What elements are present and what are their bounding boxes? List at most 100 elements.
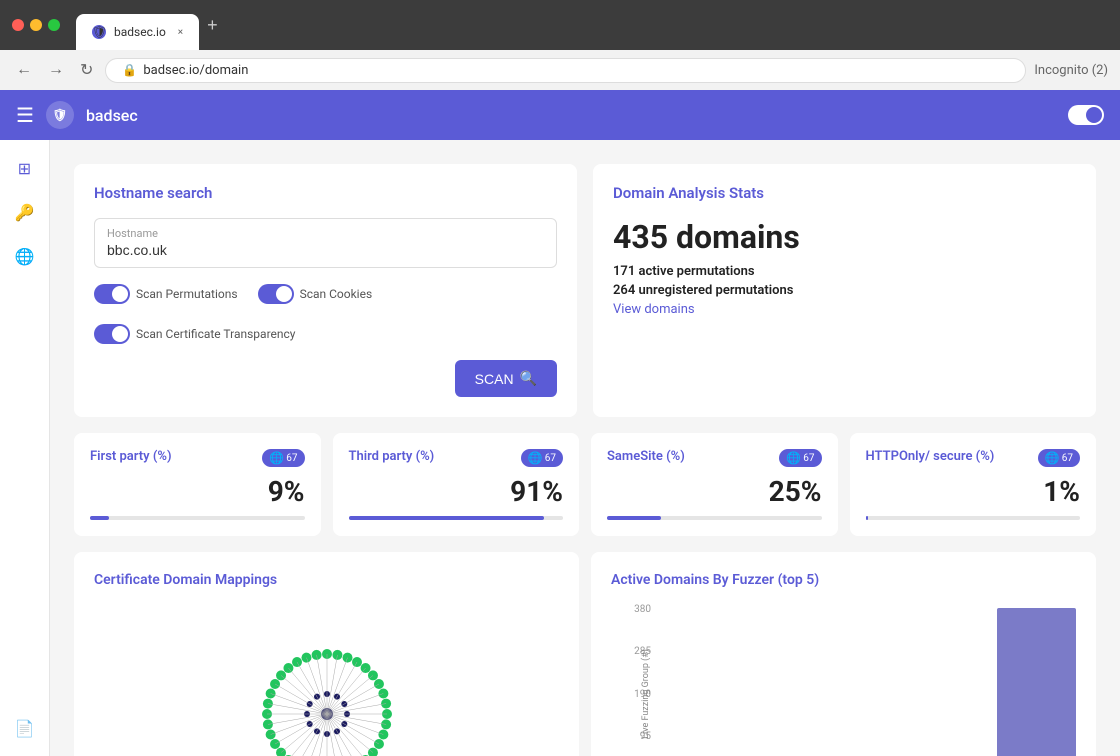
metric-bar-fill xyxy=(607,516,661,520)
lock-icon: 🔒 xyxy=(122,63,137,77)
metric-card-3: HTTPOnly/ secure (%) 🌐 67 1% xyxy=(850,433,1097,536)
metric-bar xyxy=(607,516,822,520)
scan-cert-toggle-item: Scan Certificate Transparency xyxy=(94,324,295,344)
metric-header: First party (%) 🌐 67 xyxy=(90,449,305,467)
metric-bar xyxy=(90,516,305,520)
domain-stats-title: Domain Analysis Stats xyxy=(613,184,1076,202)
metric-badge: 🌐 67 xyxy=(779,449,821,467)
scan-button[interactable]: SCAN 🔍 xyxy=(455,360,557,397)
refresh-button[interactable]: ↻ xyxy=(76,56,97,84)
search-section-title: Hostname search xyxy=(94,184,557,202)
sidebar-item-reports[interactable]: 📄 xyxy=(13,716,37,740)
metric-card-2: SameSite (%) 🌐 67 25% xyxy=(591,433,838,536)
sidebar: ⊞ 🔑 🌐 📄 xyxy=(0,140,50,756)
incognito-label: Incognito (2) xyxy=(1034,63,1108,78)
active-permutations-row: 171 active permutations xyxy=(613,264,1076,279)
metric-value: 25% xyxy=(607,475,822,508)
metric-title: SameSite (%) xyxy=(607,449,685,466)
address-text: badsec.io/domain xyxy=(143,63,248,78)
back-button[interactable]: ← xyxy=(12,57,36,83)
scan-toggles-row: Scan Permutations Scan Cookies Scan Cert… xyxy=(94,284,557,344)
scan-cert-toggle[interactable] xyxy=(94,324,130,344)
hostname-search-panel: Hostname search Hostname Scan Permutatio… xyxy=(74,164,577,417)
y-axis-label: 380 xyxy=(634,604,651,615)
scan-permutations-toggle[interactable] xyxy=(94,284,130,304)
scan-cookies-toggle-item: Scan Cookies xyxy=(258,284,373,304)
hostname-input-label: Hostname xyxy=(107,227,544,240)
metric-value: 91% xyxy=(349,475,564,508)
circle-visualization xyxy=(94,604,559,756)
bar-chart: 380285190950 Live Fuzzing Group (#) inse… xyxy=(611,604,1076,756)
metric-bar xyxy=(349,516,564,520)
scan-cookies-toggle[interactable] xyxy=(258,284,294,304)
metric-bar-fill xyxy=(90,516,109,520)
scan-permutations-label: Scan Permutations xyxy=(136,287,238,301)
active-count: 171 xyxy=(613,264,635,279)
forward-button[interactable]: → xyxy=(44,57,68,83)
hamburger-menu-icon[interactable]: ☰ xyxy=(16,103,34,127)
nav-right: Incognito (2) xyxy=(1034,63,1108,78)
metric-badge: 🌐 67 xyxy=(521,449,563,467)
close-button[interactable] xyxy=(12,19,24,31)
theme-toggle[interactable] xyxy=(1068,105,1104,125)
view-domains-link[interactable]: View domains xyxy=(613,302,1076,317)
metric-bar-fill xyxy=(866,516,868,520)
unregistered-count: 264 xyxy=(613,283,635,298)
metric-title: Third party (%) xyxy=(349,449,435,466)
metric-bar-fill xyxy=(349,516,544,520)
globe-icon: 🌐 xyxy=(528,451,543,465)
metric-value: 1% xyxy=(866,475,1081,508)
y-axis-title: Live Fuzzing Group (#) xyxy=(641,649,651,739)
address-bar[interactable]: 🔒 badsec.io/domain xyxy=(105,58,1026,83)
app-body: ⊞ 🔑 🌐 📄 Hostname search Hostname Scan Pe… xyxy=(0,140,1120,756)
app-header: ☰ 🛡 badsec xyxy=(0,90,1120,140)
metric-bar xyxy=(866,516,1081,520)
scan-button-label: SCAN xyxy=(475,371,514,387)
metrics-row: First party (%) 🌐 67 9% Third party (%) … xyxy=(74,433,1096,536)
sidebar-item-keys[interactable]: 🔑 xyxy=(13,200,37,224)
unregistered-permutations-row: 264 unregistered permutations xyxy=(613,283,1076,298)
main-content: Hostname search Hostname Scan Permutatio… xyxy=(50,140,1120,756)
hostname-input-group[interactable]: Hostname xyxy=(94,218,557,268)
globe-icon: 🌐 xyxy=(786,451,801,465)
metric-value: 9% xyxy=(90,475,305,508)
minimize-button[interactable] xyxy=(30,19,42,31)
active-tab[interactable]: 🛡 badsec.io × xyxy=(76,14,199,50)
scan-cookies-label: Scan Cookies xyxy=(300,287,373,301)
app-logo: 🛡 xyxy=(46,101,74,129)
metric-card-0: First party (%) 🌐 67 9% xyxy=(74,433,321,536)
bottom-row: Certificate Domain Mappings Active Domai… xyxy=(74,552,1096,756)
metric-badge-value: 67 xyxy=(545,453,556,464)
unregistered-label: unregistered permutations xyxy=(639,283,794,298)
tab-close-button[interactable]: × xyxy=(178,27,183,38)
browser-nav: ← → ↻ 🔒 badsec.io/domain Incognito (2) xyxy=(0,50,1120,90)
metric-title: HTTPOnly/ secure (%) xyxy=(866,449,995,466)
sidebar-item-domains[interactable]: 🌐 xyxy=(13,244,37,268)
sidebar-item-dashboard[interactable]: ⊞ xyxy=(13,156,37,180)
metric-badge-value: 67 xyxy=(286,453,297,464)
app-title: badsec xyxy=(86,106,1056,125)
metric-header: HTTPOnly/ secure (%) 🌐 67 xyxy=(866,449,1081,467)
search-stats-row: Hostname search Hostname Scan Permutatio… xyxy=(74,164,1096,417)
fuzzer-chart-title: Active Domains By Fuzzer (top 5) xyxy=(611,572,1076,588)
globe-icon: 🌐 xyxy=(1045,451,1060,465)
metric-badge: 🌐 67 xyxy=(262,449,304,467)
cert-mappings-title: Certificate Domain Mappings xyxy=(94,572,559,588)
metric-badge-value: 67 xyxy=(803,453,814,464)
fuzzer-chart-panel: Active Domains By Fuzzer (top 5) 3802851… xyxy=(591,552,1096,756)
metric-card-1: Third party (%) 🌐 67 91% xyxy=(333,433,580,536)
metric-badge: 🌐 67 xyxy=(1038,449,1080,467)
search-icon: 🔍 xyxy=(520,370,537,387)
scan-cert-label: Scan Certificate Transparency xyxy=(136,327,295,341)
active-label: active permutations xyxy=(639,264,755,279)
tab-favicon: 🛡 xyxy=(92,25,106,39)
hostname-input[interactable] xyxy=(107,242,544,258)
maximize-button[interactable] xyxy=(48,19,60,31)
domain-stats-panel: Domain Analysis Stats 435 domains 171 ac… xyxy=(593,164,1096,417)
new-tab-button[interactable]: + xyxy=(199,15,226,36)
metric-header: SameSite (%) 🌐 67 xyxy=(607,449,822,467)
tab-bar: 🛡 badsec.io × + xyxy=(76,0,1108,50)
globe-icon: 🌐 xyxy=(269,451,284,465)
metric-badge-value: 67 xyxy=(1062,453,1073,464)
traffic-lights xyxy=(12,19,60,31)
